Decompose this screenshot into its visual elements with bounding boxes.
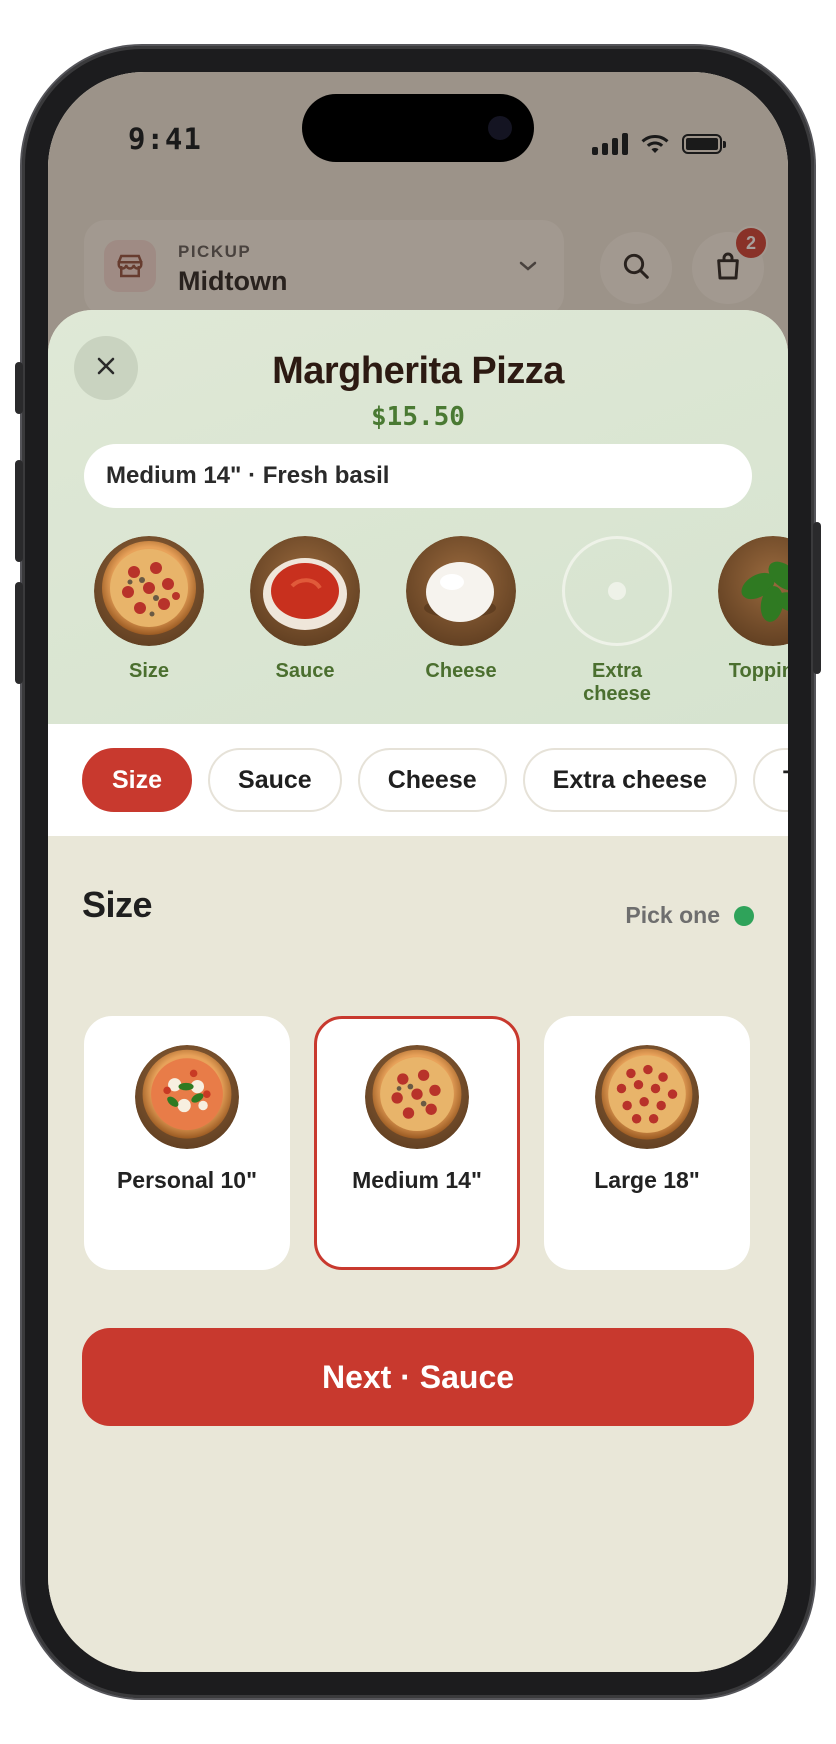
tomato-sauce-icon bbox=[250, 536, 360, 646]
pepperoni-pizza-large-icon bbox=[595, 1045, 699, 1149]
cellular-signal-icon bbox=[592, 133, 628, 155]
volume-down-button bbox=[15, 582, 23, 684]
step-label: Cheese bbox=[425, 660, 497, 682]
power-button bbox=[813, 522, 821, 674]
item-price: $15.50 bbox=[371, 402, 465, 432]
screen: PICKUP Midtown 2 9:41 Margherita Pizza $… bbox=[48, 72, 788, 1672]
item-title: Margherita Pizza bbox=[272, 350, 564, 392]
step-size[interactable]: Size bbox=[94, 536, 204, 706]
chip-toppings[interactable]: Toppings bbox=[752, 748, 788, 812]
status-bar: 9:41 bbox=[48, 72, 788, 182]
size-option-label: Large 18" bbox=[594, 1167, 700, 1193]
step-label: Size bbox=[128, 660, 170, 682]
step-label: Toppings bbox=[728, 660, 788, 682]
size-option-large[interactable]: Large 18" bbox=[544, 1016, 750, 1270]
step-sauce[interactable]: Sauce bbox=[250, 536, 360, 706]
category-chip-row: Size Sauce Cheese Extra cheese Toppings bbox=[48, 724, 788, 836]
silent-switch bbox=[15, 362, 23, 414]
empty-placeholder-icon bbox=[562, 536, 672, 646]
size-option-label: Medium 14" bbox=[352, 1167, 482, 1193]
chip-sauce[interactable]: Sauce bbox=[208, 748, 342, 812]
step-label: Sauce bbox=[275, 660, 335, 682]
category-chips[interactable]: Size Sauce Cheese Extra cheese Toppings bbox=[82, 748, 788, 812]
step-toppings[interactable]: Toppings bbox=[718, 536, 788, 706]
volume-up-button bbox=[15, 460, 23, 562]
battery-icon bbox=[682, 134, 726, 154]
step-label: Extra cheese bbox=[583, 660, 651, 705]
size-option-personal[interactable]: Personal 10" bbox=[84, 1016, 290, 1270]
status-icons bbox=[592, 130, 726, 158]
step-cheese[interactable]: Cheese bbox=[406, 536, 516, 706]
pick-one-hint: Pick one bbox=[625, 902, 754, 929]
required-dot-icon bbox=[734, 905, 754, 926]
sheet-header: Margherita Pizza $15.50 Medium 14" · Fre… bbox=[48, 310, 788, 724]
selection-summary: Medium 14" · Fresh basil bbox=[84, 444, 752, 508]
next-button[interactable]: Next · Sauce bbox=[82, 1328, 754, 1426]
size-option-label: Personal 10" bbox=[116, 1167, 258, 1193]
margherita-pizza-icon bbox=[135, 1045, 239, 1149]
basil-icon bbox=[718, 536, 788, 646]
hint-text: Pick one bbox=[625, 902, 720, 928]
chip-cheese[interactable]: Cheese bbox=[357, 748, 507, 812]
pepperoni-pizza-icon bbox=[94, 536, 204, 646]
wifi-icon bbox=[640, 131, 670, 158]
size-option-medium[interactable]: Medium 14" bbox=[314, 1016, 520, 1270]
item-customization-sheet: Margherita Pizza $15.50 Medium 14" · Fre… bbox=[48, 310, 788, 1672]
chip-extra-cheese[interactable]: Extra cheese bbox=[522, 748, 737, 812]
dynamic-island bbox=[302, 94, 534, 162]
step-carousel[interactable]: Size Sauce Cheese Extra cheese Toppin bbox=[94, 536, 788, 706]
section-title: Size bbox=[82, 884, 153, 925]
pepperoni-pizza-icon bbox=[365, 1045, 469, 1149]
size-options: Personal 10" Medium 14" Large 18" bbox=[84, 1016, 750, 1270]
phone-frame: PICKUP Midtown 2 9:41 Margherita Pizza $… bbox=[15, 46, 821, 1698]
step-extra-cheese[interactable]: Extra cheese bbox=[562, 536, 672, 706]
mozzarella-icon bbox=[406, 536, 516, 646]
status-time: 9:41 bbox=[128, 122, 202, 156]
chip-size[interactable]: Size bbox=[82, 748, 193, 812]
